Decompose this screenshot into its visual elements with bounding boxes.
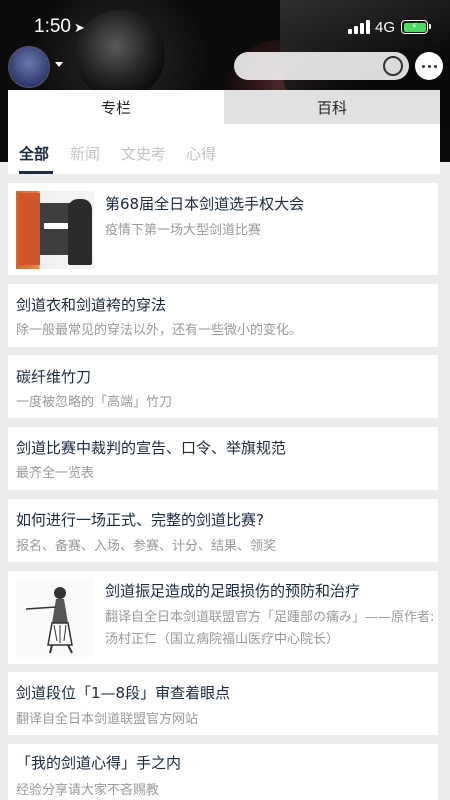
search-icon[interactable]	[383, 56, 403, 76]
network-type: 4G	[375, 19, 396, 36]
article-subtitle: 最齐全一览表	[16, 466, 95, 481]
article-thumbnail	[16, 579, 94, 657]
message-icon[interactable]	[415, 52, 443, 80]
category-tabs: 全部 新闻 文史考 心得	[8, 124, 440, 174]
status-time: 1:50	[34, 16, 71, 37]
article-title: 「我的剑道心得」手之内	[16, 754, 182, 772]
list-item[interactable]: 「我的剑道心得」手之内 经验分享请大家不吝赐教	[8, 744, 438, 800]
article-subtitle: 报名、备赛、入场、参赛、计分、结果、领奖	[16, 539, 277, 554]
article-title: 剑道段位「1—8段」审查着眼点	[16, 684, 231, 702]
article-title: 剑道比赛中裁判的宣告、口令、举旗规范	[16, 439, 287, 457]
article-title: 碳纤维竹刀	[16, 368, 92, 386]
search-input[interactable]	[234, 52, 409, 80]
list-item[interactable]: 如何进行一场正式、完整的剑道比赛? 报名、备赛、入场、参赛、计分、结果、领奖	[8, 499, 438, 562]
avatar[interactable]	[8, 46, 50, 88]
location-icon: ➤	[74, 21, 85, 36]
list-item[interactable]: 第68届全日本剑道选手权大会 疫情下第一场大型剑道比赛	[8, 183, 438, 275]
article-subtitle-line2: 汤村正仁（国立病院福山医疗中心院长）	[105, 632, 340, 647]
subtab-news[interactable]: 新闻	[70, 143, 100, 164]
article-title: 剑道振足造成的足跟损伤的预防和治疗	[105, 582, 361, 600]
article-thumbnail	[16, 191, 94, 269]
article-title: 如何进行一场正式、完整的剑道比赛?	[16, 511, 264, 529]
article-subtitle: 翻译自全日本剑道联盟官方网站	[16, 712, 199, 727]
list-item[interactable]: 剑道衣和剑道袴的穿法 除一般最常见的穿法以外，还有一些微小的变化。	[8, 284, 438, 347]
chevron-down-icon[interactable]	[55, 62, 63, 67]
article-subtitle: 一度被忽略的「高端」竹刀	[16, 395, 173, 410]
article-subtitle: 除一般最常见的穿法以外，还有一些微小的变化。	[16, 323, 303, 338]
list-item[interactable]: 剑道段位「1—8段」审查着眼点 翻译自全日本剑道联盟官方网站	[8, 672, 438, 735]
tab-column[interactable]: 专栏	[8, 90, 224, 124]
battery-icon: ⚡	[401, 20, 431, 34]
tab-encyclopedia[interactable]: 百科	[224, 90, 440, 124]
status-bar: 1:50 ➤ 4G ⚡	[0, 0, 450, 56]
subtab-all[interactable]: 全部	[19, 143, 49, 164]
article-subtitle: 疫情下第一场大型剑道比赛	[105, 223, 262, 238]
signal-icon	[348, 20, 370, 34]
article-subtitle: 经验分享请大家不吝赐教	[16, 783, 160, 798]
list-item[interactable]: 碳纤维竹刀 一度被忽略的「高端」竹刀	[8, 355, 438, 418]
subtab-insights[interactable]: 心得	[186, 143, 216, 164]
article-title: 第68届全日本剑道选手权大会	[105, 195, 305, 213]
article-subtitle: 翻译自全日本剑道联盟官方「足踵部の痛み」——原作者:	[105, 610, 435, 625]
article-title: 剑道衣和剑道袴的穿法	[16, 296, 167, 314]
list-item[interactable]: 剑道振足造成的足跟损伤的预防和治疗 翻译自全日本剑道联盟官方「足踵部の痛み」——…	[8, 571, 438, 664]
main-tabs: 专栏 百科	[8, 90, 440, 124]
list-item[interactable]: 剑道比赛中裁判的宣告、口令、举旗规范 最齐全一览表	[8, 427, 438, 490]
active-tab-indicator	[19, 171, 53, 174]
subtab-history[interactable]: 文史考	[121, 143, 166, 164]
